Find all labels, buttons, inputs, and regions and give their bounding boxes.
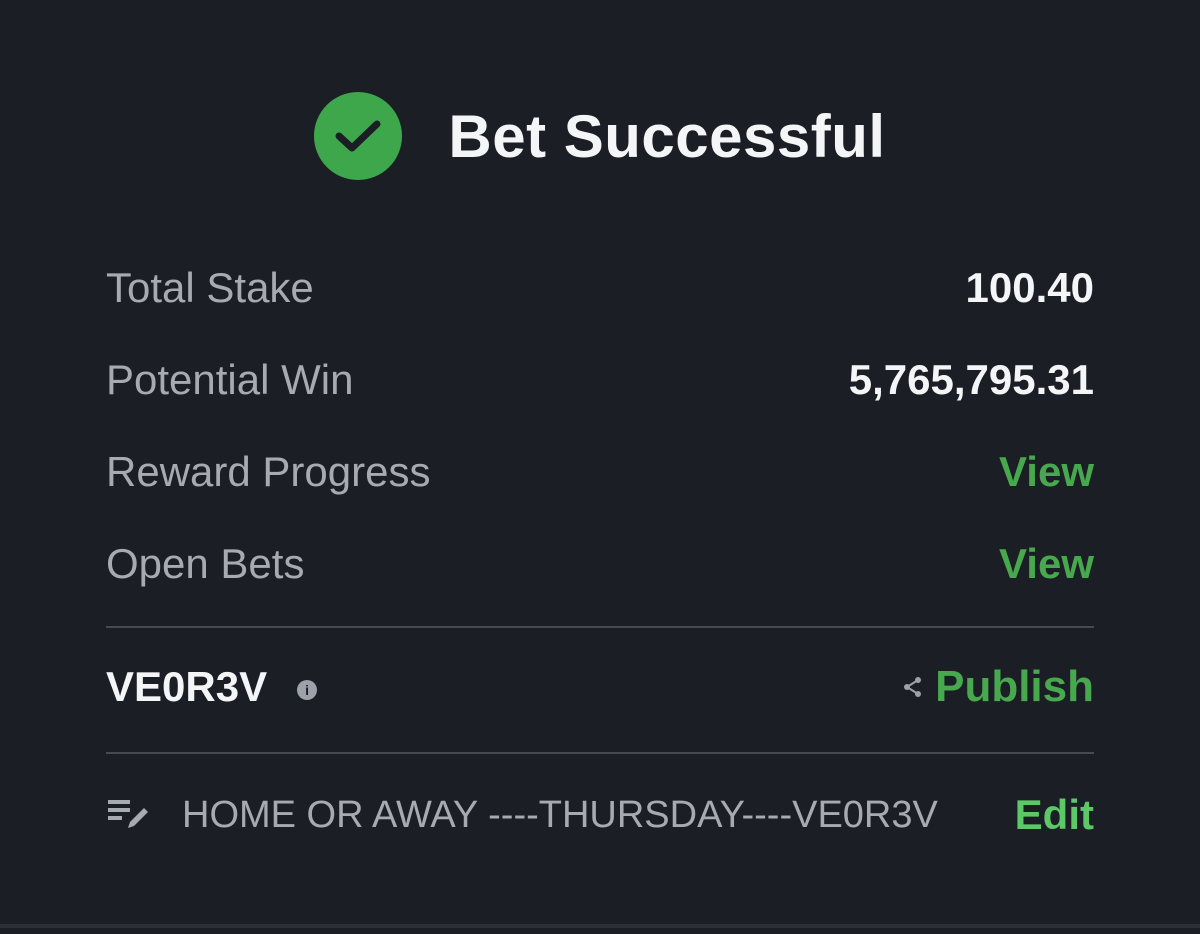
publish-label: Publish: [935, 662, 1094, 711]
potential-win-value: 5,765,795.31: [848, 356, 1094, 403]
reward-progress-view-link[interactable]: View: [999, 448, 1094, 496]
reward-progress-label: Reward Progress: [106, 448, 431, 495]
open-bets-view-link[interactable]: View: [999, 540, 1094, 588]
potential-win-label: Potential Win: [106, 356, 354, 403]
publish-button[interactable]: Publish: [903, 662, 1094, 712]
booking-code-group: VE0R3V i: [106, 663, 318, 711]
total-stake-value: 100.40: [965, 264, 1094, 311]
total-stake-row: Total Stake 100.40: [106, 258, 1094, 318]
edit-note-icon: [106, 796, 152, 837]
open-bets-row: Open Bets View: [106, 534, 1094, 594]
booking-code-row: VE0R3V i Publish: [106, 656, 1094, 718]
total-stake-label: Total Stake: [106, 264, 314, 311]
success-header: Bet Successful: [0, 90, 1200, 182]
open-bets-label: Open Bets: [106, 540, 305, 587]
check-circle-icon: [314, 92, 403, 180]
divider: [106, 752, 1094, 754]
bottom-border: [0, 924, 1200, 928]
share-icon: [903, 676, 923, 703]
info-icon[interactable]: i: [297, 680, 318, 700]
bet-receipt-screen: Bet Successful Total Stake 100.40 Potent…: [0, 0, 1200, 934]
booking-code: VE0R3V: [106, 663, 268, 710]
bet-name-group: HOME OR AWAY ----THURSDAY----VE0R3V: [106, 794, 938, 837]
bet-name-row: HOME OR AWAY ----THURSDAY----VE0R3V Edit: [106, 784, 1094, 846]
divider: [106, 626, 1094, 628]
bet-name-text: HOME OR AWAY ----THURSDAY----VE0R3V: [182, 793, 938, 836]
potential-win-row: Potential Win 5,765,795.31: [106, 350, 1094, 410]
reward-progress-row: Reward Progress View: [106, 442, 1094, 502]
page-title: Bet Successful: [448, 102, 886, 170]
edit-button[interactable]: Edit: [1015, 791, 1094, 839]
